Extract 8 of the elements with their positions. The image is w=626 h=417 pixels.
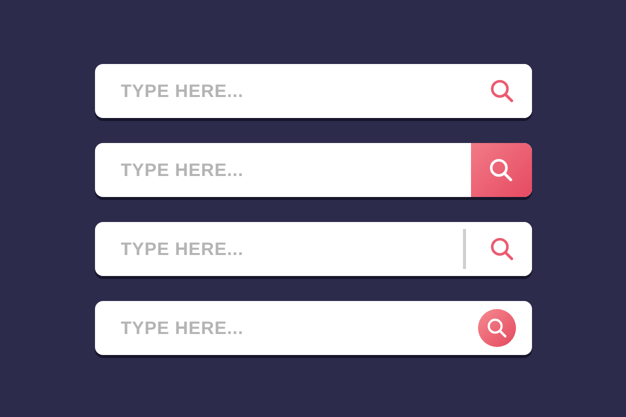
search-icon (488, 78, 514, 104)
search-icon (486, 317, 508, 339)
search-field[interactable]: TYPE HERE... (94, 222, 462, 276)
search-button[interactable] (470, 143, 532, 197)
search-button[interactable] (478, 309, 516, 347)
search-icon (488, 236, 514, 262)
search-icon (488, 157, 514, 183)
search-bar[interactable]: TYPE HERE... (94, 222, 532, 276)
